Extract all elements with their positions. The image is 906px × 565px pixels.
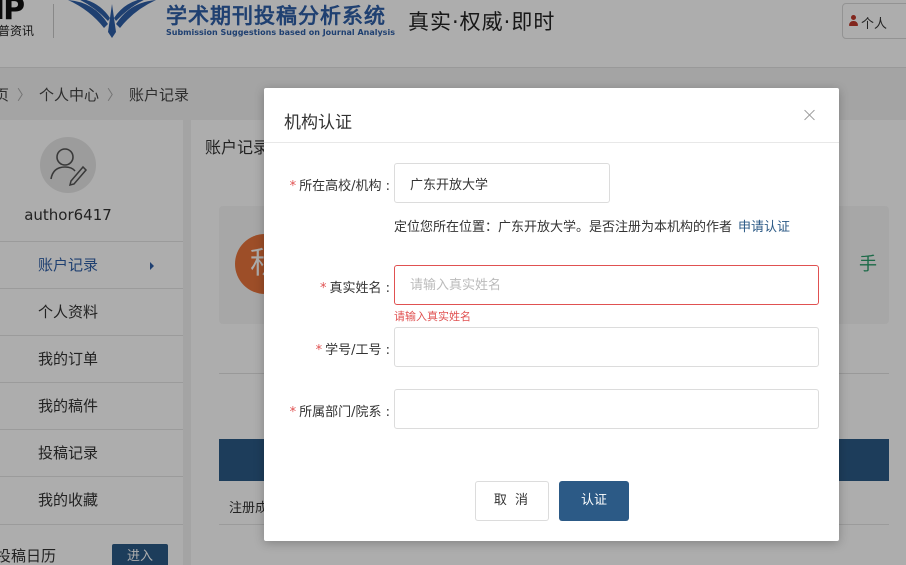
real-name-error: 请输入真实姓名 — [394, 310, 471, 323]
institution-field[interactable] — [394, 163, 610, 203]
real-name-input[interactable] — [394, 265, 819, 305]
institution-auth-dialog: 机构认证 *所在高校/机构 : 定位您所在位置：广东开放大学。是否注册为本机构的… — [264, 88, 839, 541]
location-hint: 定位您所在位置：广东开放大学。是否注册为本机构的作者 申请认证 — [394, 220, 791, 235]
dialog-header: 机构认证 — [264, 88, 839, 143]
close-icon[interactable] — [802, 107, 818, 123]
institution-label: * 所在高校/机构 : — [289, 179, 390, 194]
department-input[interactable] — [394, 389, 819, 429]
student-id-input[interactable] — [394, 327, 819, 367]
apply-verification-link[interactable]: 申请认证 — [738, 220, 790, 235]
real-name-label: * 真实姓名 : — [319, 281, 390, 296]
dialog-title: 机构认证 — [284, 113, 352, 133]
department-label: * 所属部门/院系 : — [289, 405, 390, 420]
cancel-button[interactable]: 取 消 — [475, 481, 549, 521]
verify-button[interactable]: 认证 — [559, 481, 629, 521]
student-id-label: * 学号/工号 : — [315, 343, 390, 358]
